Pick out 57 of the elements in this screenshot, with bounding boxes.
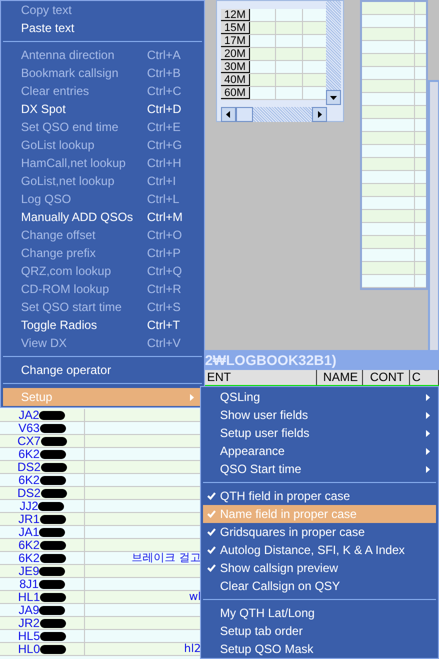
- column-header[interactable]: C: [410, 370, 439, 385]
- callsign: JJ2: [20, 500, 38, 512]
- band-label: 40M: [221, 74, 250, 86]
- band-label: 30M: [221, 61, 250, 73]
- band-label: 15M: [221, 22, 250, 34]
- scroll-down-icon[interactable]: [326, 90, 341, 105]
- window-title: 2₩LOGBOOK32B1): [205, 352, 336, 368]
- vertical-scrollbar[interactable]: [326, 1, 341, 105]
- menu-item[interactable]: Show user fields: [203, 406, 436, 424]
- menu-item[interactable]: Gridsquares in proper case: [203, 523, 436, 541]
- menu-item[interactable]: QSLing: [203, 388, 436, 406]
- comment-text: 브레이크 걸고: [132, 552, 201, 564]
- scroll-right-icon[interactable]: [312, 107, 327, 122]
- callsign: JA2: [18, 409, 40, 421]
- comment-text: hl2: [184, 643, 201, 655]
- column-header[interactable]: CONT: [363, 370, 410, 385]
- band-label: 17M: [221, 35, 250, 47]
- callsign: HL0: [18, 643, 40, 655]
- callsign: JR1: [18, 513, 40, 525]
- callsign: JA1: [18, 526, 40, 538]
- callsign: HL1: [18, 591, 40, 603]
- menu-item[interactable]: Clear Callsign on QSY: [203, 577, 436, 595]
- scroll-thumb[interactable]: [236, 107, 253, 122]
- menu-item[interactable]: My QTH Lat/Long: [203, 604, 436, 622]
- callsign: 6K2: [18, 448, 40, 460]
- callsign: V63: [18, 422, 40, 434]
- callsign: HL5: [18, 630, 40, 642]
- callsign: CX7: [17, 435, 41, 447]
- scroll-left-icon[interactable]: [221, 107, 236, 122]
- menu-item[interactable]: DX Spot Ctrl+D: [3, 100, 202, 118]
- menu-item[interactable]: QTH field in proper case: [203, 487, 436, 505]
- band-label: 20M: [221, 48, 250, 60]
- menu-item[interactable]: Change operator: [3, 361, 202, 379]
- menu-item[interactable]: Paste text: [3, 19, 202, 37]
- column-header[interactable]: NAME: [317, 370, 363, 385]
- callsign: JR2: [18, 617, 40, 629]
- comment-text: wl: [188, 591, 201, 603]
- menu-item[interactable]: Toggle Radios Ctrl+T: [3, 316, 202, 334]
- callsign: 6K2: [18, 552, 40, 564]
- band-label: 60M: [221, 87, 250, 99]
- callsign: DS2: [17, 487, 41, 499]
- menu-item[interactable]: Setup user fields: [203, 424, 436, 442]
- callsign: DS2: [17, 461, 41, 473]
- menu-item[interactable]: Appearance: [203, 442, 436, 460]
- band-label: 12M: [221, 9, 250, 21]
- callsign: JE9: [18, 565, 40, 577]
- callsign: 6K2: [18, 474, 40, 486]
- horizontal-scrollbar[interactable]: [221, 107, 327, 122]
- callsign: 8J1: [19, 578, 39, 590]
- menu-item[interactable]: Autolog Distance, SFI, K & A Index: [203, 541, 436, 559]
- menu-item[interactable]: Manually ADD QSOs Ctrl+M: [3, 208, 202, 226]
- menu-item[interactable]: Setup tab order: [203, 622, 436, 640]
- menu-item[interactable]: Setup QSO Mask: [203, 640, 436, 658]
- menu-item[interactable]: Show callsign preview: [203, 559, 436, 577]
- menu-item[interactable]: QSO Start time: [203, 460, 436, 478]
- callsign: JA9: [18, 604, 40, 616]
- callsign: 6K2: [18, 539, 40, 551]
